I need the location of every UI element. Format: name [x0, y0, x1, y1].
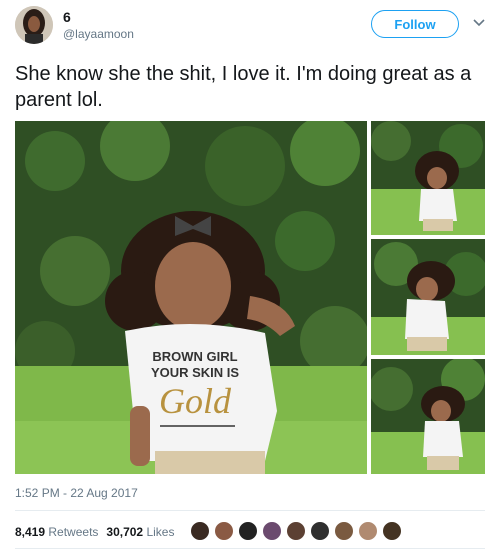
divider: [15, 548, 485, 549]
liker-avatar[interactable]: [286, 521, 306, 541]
likes-label: Likes: [146, 525, 175, 539]
liker-avatar[interactable]: [190, 521, 210, 541]
tweet-photo-main[interactable]: BROWN GIRL YOUR SKIN IS Gold: [15, 121, 367, 474]
liker-avatar[interactable]: [238, 521, 258, 541]
liker-avatar[interactable]: [262, 521, 282, 541]
retweets-stat[interactable]: 8,419 Retweets: [15, 525, 98, 539]
avatar[interactable]: [15, 6, 53, 44]
liker-avatar[interactable]: [310, 521, 330, 541]
tweet-photo-2[interactable]: [371, 121, 485, 235]
divider: [15, 510, 485, 511]
likers-avatars: [190, 521, 406, 541]
retweets-count: 8,419: [15, 525, 46, 539]
chevron-down-icon[interactable]: [470, 14, 488, 32]
retweets-label: Retweets: [48, 525, 99, 539]
liker-avatar[interactable]: [358, 521, 378, 541]
shirt-text-line3: Gold: [159, 381, 232, 421]
tweet-text: She know she the shit, I love it. I'm do…: [15, 63, 472, 111]
shirt-text-line2: YOUR SKIN IS: [151, 365, 239, 380]
follow-button[interactable]: Follow: [371, 10, 459, 38]
tweet-photo-4[interactable]: [371, 359, 485, 474]
liker-avatar[interactable]: [334, 521, 354, 541]
likes-count: 30,702: [106, 525, 144, 539]
profile-photo: [15, 6, 53, 44]
user-handle[interactable]: @layaamoon: [63, 27, 134, 41]
liker-avatar[interactable]: [214, 521, 234, 541]
liker-avatar[interactable]: [382, 521, 402, 541]
tweet-stats: 8,419 Retweets 30,702 Likes: [15, 525, 174, 539]
tweet-photo-3[interactable]: [371, 239, 485, 355]
shirt-text-line1: BROWN GIRL: [152, 349, 237, 364]
display-name[interactable]: 6: [63, 9, 71, 25]
likes-stat[interactable]: 30,702 Likes: [106, 525, 174, 539]
tweet-timestamp[interactable]: 1:52 PM - 22 Aug 2017: [15, 486, 138, 500]
